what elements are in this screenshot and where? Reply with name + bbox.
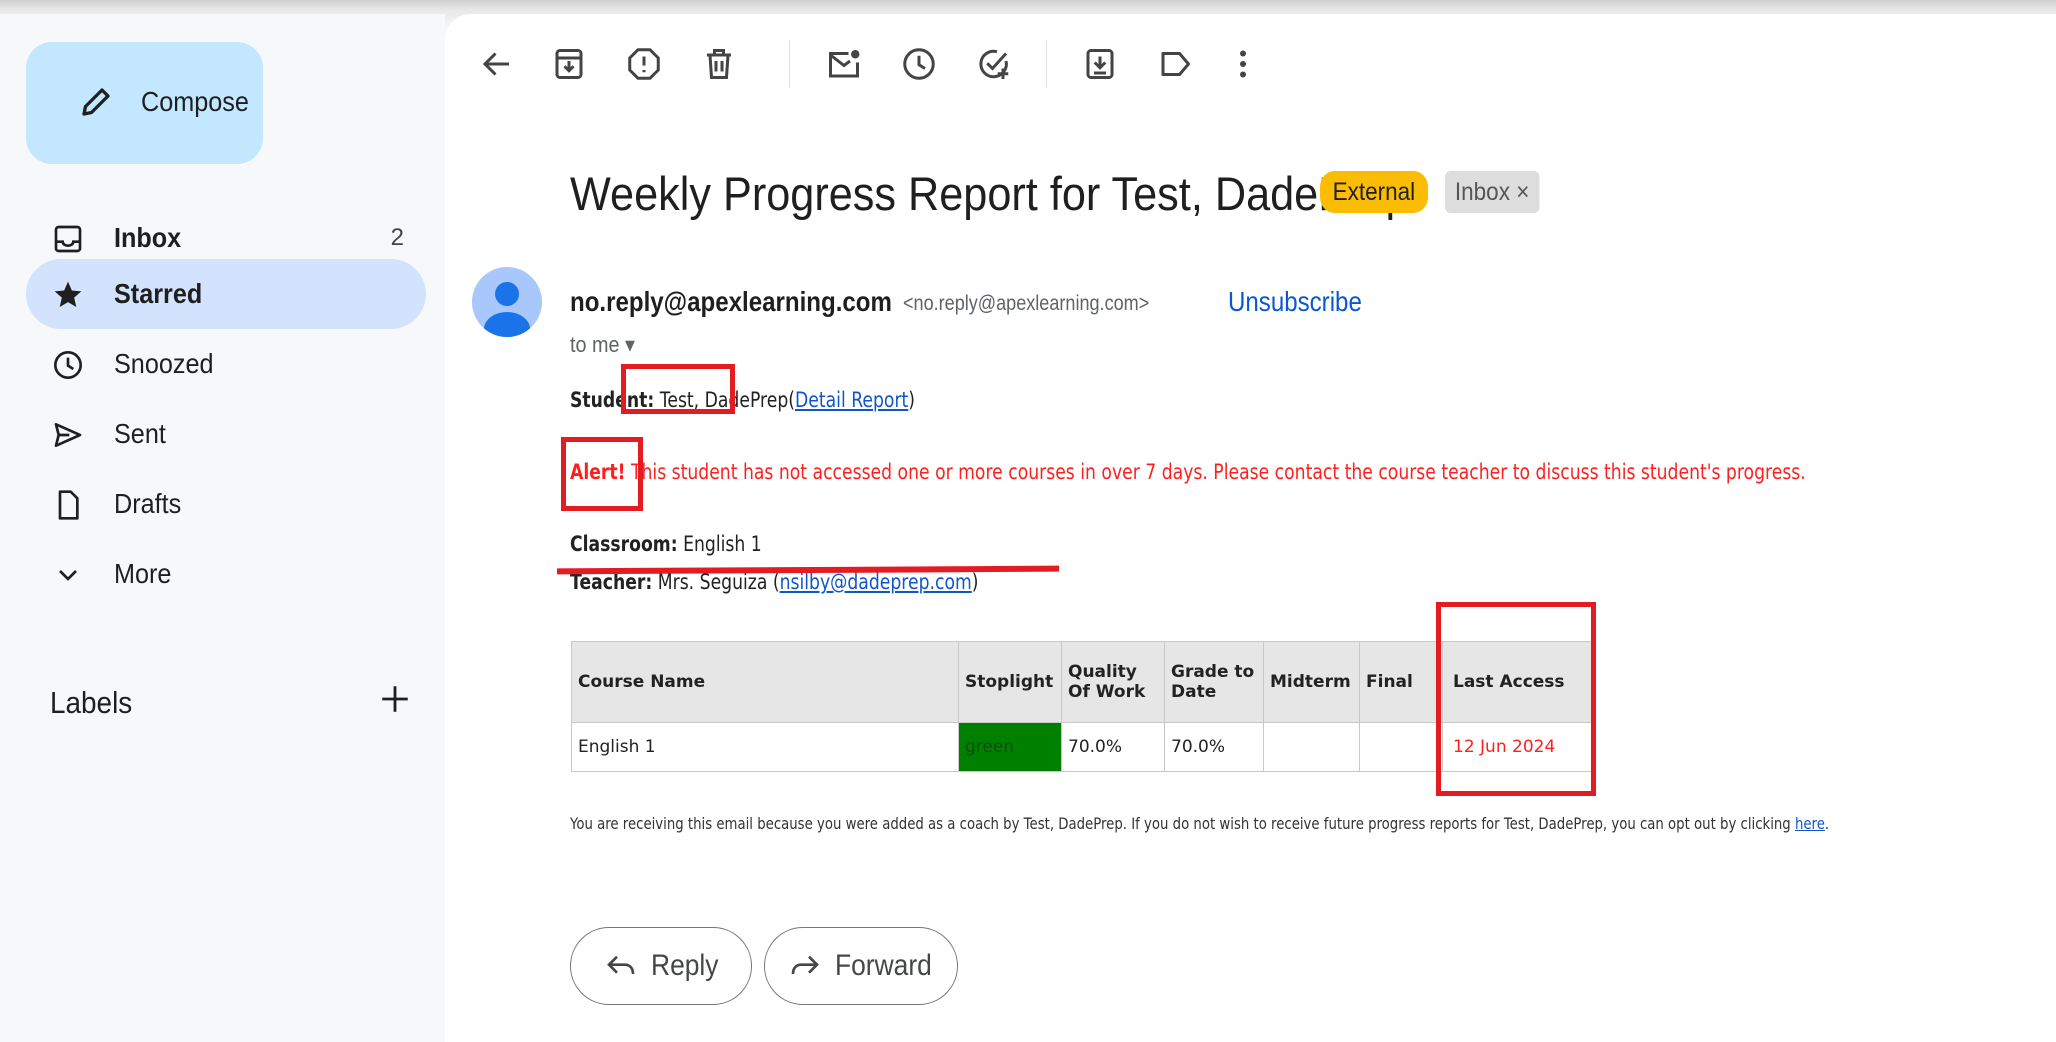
back-arrow-icon[interactable] (479, 46, 515, 82)
delete-icon[interactable] (701, 46, 737, 82)
annotation-box-alert (561, 437, 643, 511)
toolbar-divider (789, 40, 790, 88)
sidebar-item-more[interactable]: More (26, 539, 426, 609)
add-label-icon[interactable] (378, 682, 412, 716)
final-cell (1359, 722, 1443, 772)
paren-close: ) (971, 570, 979, 594)
course-name-cell: English 1 (571, 722, 959, 772)
snooze-icon[interactable] (901, 46, 937, 82)
sidebar-item-sent[interactable]: Sent (26, 399, 426, 469)
classroom-label: Classroom: (570, 532, 678, 556)
paren-close: ) (908, 388, 916, 412)
alert-message: This student has not accessed one or mor… (630, 460, 1806, 484)
forward-button[interactable]: Forward (764, 927, 958, 1005)
sidebar: Compose Inbox 2 Starred Snoozed Sent Dra… (0, 14, 445, 1042)
reply-label: Reply (651, 949, 719, 982)
teacher-email-link[interactable]: nsilby@dadeprep.com (780, 570, 972, 594)
compose-label: Compose (141, 86, 249, 117)
avatar[interactable] (472, 267, 542, 337)
footer-end: . (1824, 814, 1830, 833)
sidebar-item-starred[interactable]: Starred (26, 259, 426, 329)
move-to-icon[interactable] (1082, 46, 1118, 82)
pencil-icon (82, 88, 110, 116)
clock-icon (54, 351, 82, 379)
person-icon (484, 282, 530, 337)
external-badge: External (1320, 171, 1428, 213)
toolbar-divider (1046, 40, 1047, 88)
mark-unread-icon[interactable] (826, 46, 862, 82)
sender-email: <no.reply@apexlearning.com> (903, 292, 1150, 315)
reply-icon (607, 955, 635, 975)
sender-name[interactable]: no.reply@apexlearning.com (570, 286, 892, 318)
column-header: Midterm (1263, 641, 1360, 723)
forward-label: Forward (835, 949, 932, 982)
sidebar-item-label: Sent (114, 418, 166, 449)
inbox-label-chip[interactable]: Inbox × (1445, 171, 1540, 213)
unread-count: 2 (390, 224, 404, 251)
column-header: Stoplight (958, 641, 1062, 723)
archive-icon[interactable] (551, 46, 587, 82)
sidebar-item-label: More (114, 558, 172, 589)
midterm-cell (1263, 722, 1360, 772)
sidebar-item-snoozed[interactable]: Snoozed (26, 329, 426, 399)
message-view: Weekly Progress Report for Test, DadePre… (445, 14, 2056, 1042)
star-icon (54, 281, 82, 307)
footer-note: You are receiving this email because you… (570, 814, 1829, 833)
labels-header: Labels (50, 685, 133, 720)
column-header: Quality Of Work (1061, 641, 1165, 723)
grade-cell: 70.0% (1164, 722, 1264, 772)
classroom-line: Classroom: English 1 (570, 532, 762, 556)
inbox-icon (54, 225, 82, 253)
detail-report-link[interactable]: Detail Report (795, 388, 908, 412)
sidebar-item-label: Drafts (114, 488, 182, 519)
unsubscribe-link[interactable]: Unsubscribe (1228, 286, 1362, 318)
recipient-details-toggle[interactable]: to me ▾ (570, 332, 635, 358)
stoplight-cell: green (958, 722, 1062, 772)
column-header: Course Name (571, 641, 959, 723)
quality-cell: 70.0% (1061, 722, 1165, 772)
opt-out-link[interactable]: here (1795, 814, 1825, 833)
email-subject: Weekly Progress Report for Test, DadePre… (570, 167, 1410, 220)
sidebar-item-label: Starred (114, 278, 203, 309)
classroom-value: English 1 (683, 532, 762, 556)
draft-icon (58, 490, 79, 520)
footer-text: You are receiving this email because you… (570, 814, 1795, 833)
send-icon (54, 423, 82, 447)
column-header: Grade to Date (1164, 641, 1264, 723)
forward-icon (791, 955, 819, 975)
sidebar-item-drafts[interactable]: Drafts (26, 469, 426, 539)
report-spam-icon[interactable] (626, 46, 662, 82)
add-to-tasks-icon[interactable] (976, 46, 1012, 82)
sidebar-item-label: Inbox (114, 222, 182, 253)
reply-button[interactable]: Reply (570, 927, 752, 1005)
chevron-down-icon (59, 570, 77, 581)
alert-line: Alert! This student has not accessed one… (570, 460, 1806, 484)
sidebar-item-label: Snoozed (114, 348, 214, 379)
annotation-box-last-access (1436, 602, 1596, 796)
compose-button[interactable]: Compose (26, 42, 263, 164)
label-icon[interactable] (1157, 46, 1193, 82)
column-header: Final (1359, 641, 1443, 723)
annotation-box-detail-report (621, 364, 735, 414)
more-vert-icon[interactable] (1225, 46, 1261, 82)
